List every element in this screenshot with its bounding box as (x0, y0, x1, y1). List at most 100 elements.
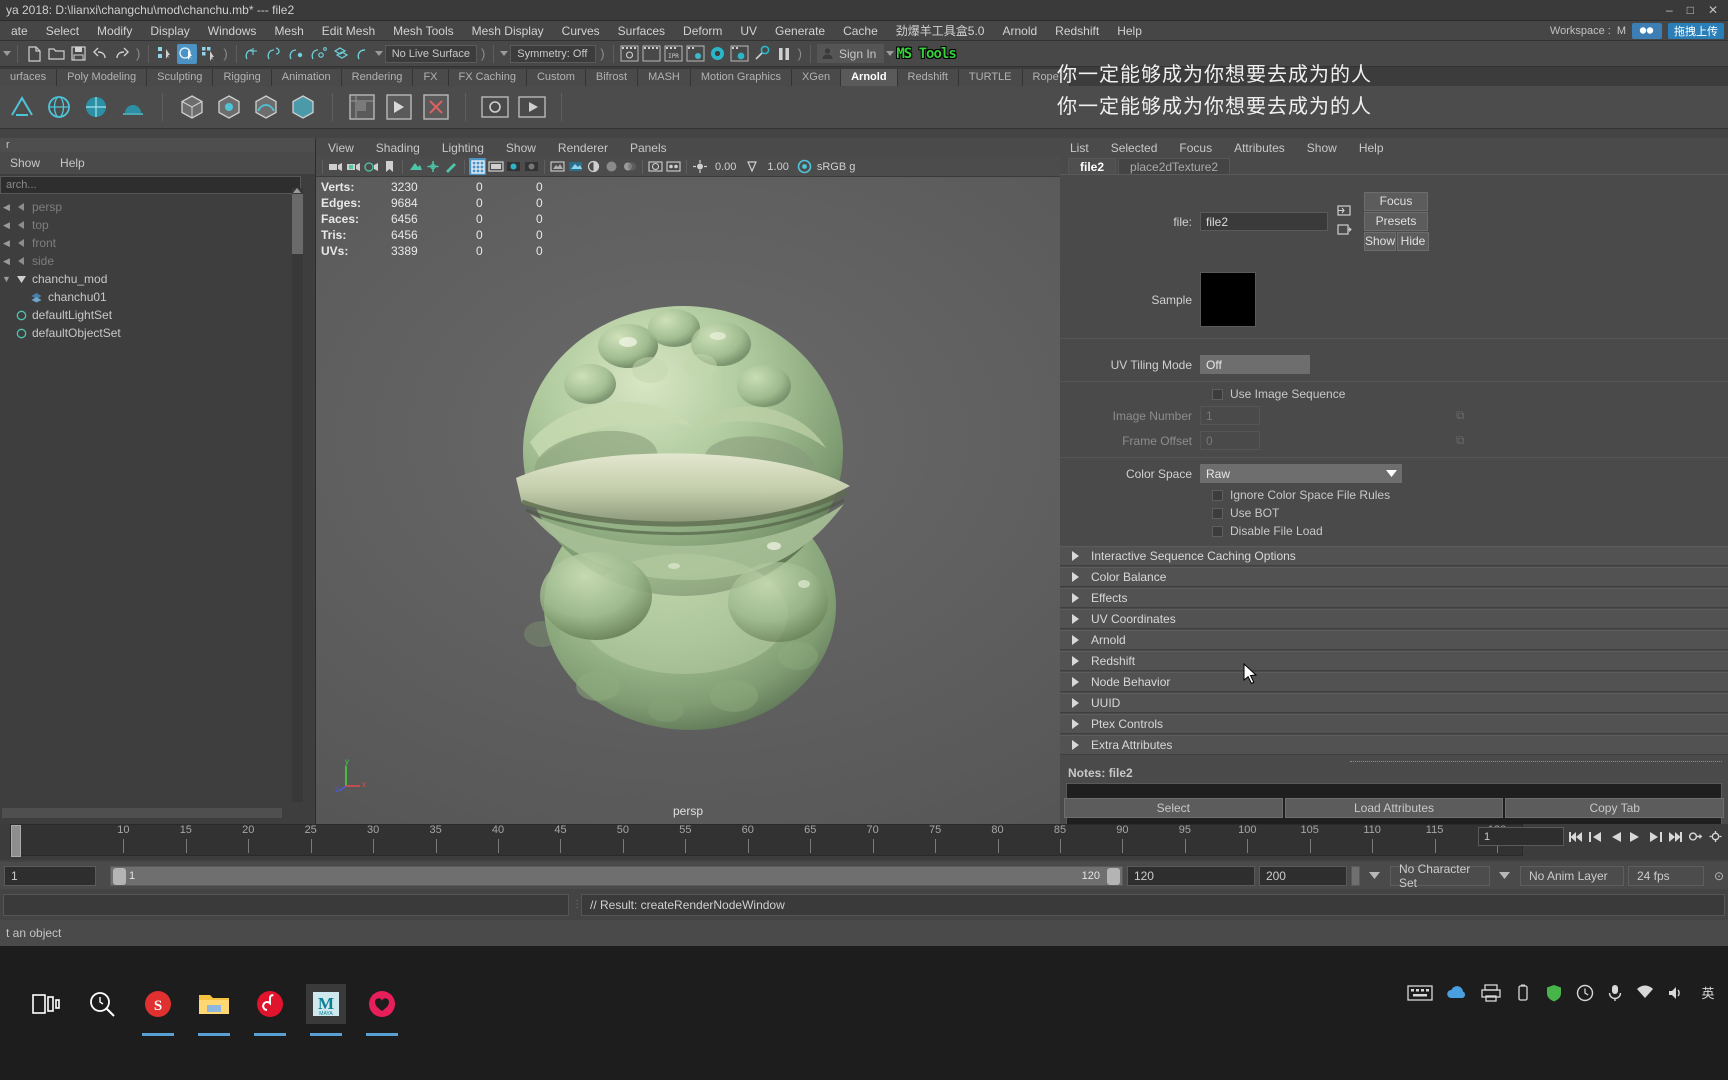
ao-icon[interactable] (603, 158, 620, 175)
section-arnold[interactable]: Arnold (1060, 630, 1728, 650)
menu-item-display[interactable]: Display (141, 21, 198, 41)
menu-item-generate[interactable]: Generate (766, 21, 834, 41)
playback-speed-icon[interactable]: ⊙ (1714, 869, 1724, 883)
expand-arrow-icon[interactable]: ◀ (2, 256, 11, 267)
viewport-menu-renderer[interactable]: Renderer (558, 141, 608, 155)
symmetry-caret-icon[interactable] (500, 51, 509, 56)
ae-tab-place2dtexture2[interactable]: place2dTexture2 (1118, 158, 1231, 174)
grease-pencil-icon[interactable] (443, 158, 460, 175)
section-color-balance[interactable]: Color Balance (1060, 567, 1728, 587)
range-start-field[interactable]: 1 (4, 865, 96, 886)
color-management-icon[interactable] (796, 158, 813, 175)
smooth-shade-icon[interactable] (523, 158, 540, 175)
outliner-scrollbar[interactable] (292, 188, 303, 802)
sogou-icon[interactable]: S (138, 984, 178, 1036)
pause-icon[interactable] (774, 44, 794, 64)
step-back-icon[interactable] (1587, 828, 1604, 845)
section-uuid[interactable]: UUID (1060, 693, 1728, 713)
render-play-icon[interactable] (516, 91, 548, 123)
expand-triangle-icon[interactable] (1072, 740, 1079, 750)
workspace-value[interactable]: M (1617, 25, 1626, 37)
lighting-icon[interactable] (567, 158, 584, 175)
outliner-tab-label[interactable]: r (0, 138, 315, 152)
viewport-menu-view[interactable]: View (328, 141, 354, 155)
ae-menu-focus[interactable]: Focus (1179, 141, 1212, 155)
outliner-item-chanchu01[interactable]: chanchu01 (0, 288, 315, 306)
step-forward-icon[interactable] (1647, 828, 1664, 845)
time-cursor[interactable] (11, 825, 21, 857)
expand-triangle-icon[interactable] (1072, 635, 1079, 645)
ae-menu-help[interactable]: Help (1359, 141, 1384, 155)
shelf-tab-fx-caching[interactable]: FX Caching (448, 69, 527, 86)
checkbox-row-ignore-color-space-file-rules[interactable]: Ignore Color Space File Rules (1060, 486, 1728, 504)
shelf-tab-mash[interactable]: MASH (638, 69, 691, 86)
file-explorer-icon[interactable] (194, 984, 234, 1036)
shelf-tab-poly-modeling[interactable]: Poly Modeling (57, 69, 148, 86)
shelf-tab-animation[interactable]: Animation (271, 69, 342, 86)
mel-command-input[interactable] (3, 893, 569, 916)
menu-item-curves[interactable]: Curves (553, 21, 609, 41)
show-button[interactable]: Show (1364, 232, 1396, 251)
menu-item-uv[interactable]: UV (731, 21, 766, 41)
render-diagnostics-icon[interactable] (752, 44, 772, 64)
menu-item-ate[interactable]: ate (2, 21, 37, 41)
redo-render-icon[interactable] (642, 44, 662, 64)
expand-arrow-icon[interactable]: ◀ (2, 238, 11, 249)
menu-item-help[interactable]: Help (1108, 21, 1151, 41)
render-preview-icon[interactable] (479, 91, 511, 123)
status-collapse-icon[interactable] (3, 51, 11, 56)
sign-in-button[interactable]: Sign In (816, 44, 885, 63)
gamma-icon[interactable] (743, 158, 760, 175)
uv-tiling-select[interactable]: Off (1200, 355, 1310, 374)
section-uv-coordinates[interactable]: UV Coordinates (1060, 609, 1728, 629)
keyboard-icon[interactable] (1407, 984, 1433, 1005)
expand-triangle-icon[interactable] (1072, 551, 1079, 561)
toad-model-render[interactable] (478, 266, 898, 736)
go-to-start-icon[interactable] (1567, 828, 1584, 845)
section-extra-attributes[interactable]: Extra Attributes (1060, 735, 1728, 755)
image-number-connect-icon[interactable]: ⧉ (1456, 408, 1465, 423)
shadows-icon[interactable] (585, 158, 602, 175)
current-frame-field[interactable]: 1 (1478, 827, 1564, 846)
shelf-tab-xgen[interactable]: XGen (791, 69, 842, 86)
ae-menu-attributes[interactable]: Attributes (1234, 141, 1285, 155)
checkbox[interactable] (1212, 525, 1223, 537)
file-name-input[interactable]: file2 (1200, 212, 1328, 231)
play-forwards-icon[interactable] (1627, 828, 1644, 845)
gamma-value[interactable]: 1.00 (761, 161, 794, 173)
checkbox-row-disable-file-load[interactable]: Disable File Load (1060, 522, 1728, 540)
expand-arrow-icon[interactable]: ▼ (2, 274, 11, 284)
battery-icon[interactable] (1514, 984, 1532, 1005)
character-set-select[interactable]: No Character Set (1389, 862, 1490, 890)
arnold-mesh-light-icon[interactable] (80, 91, 112, 123)
frame-offset-input[interactable]: 0 (1200, 431, 1260, 450)
arnold-standin-icon[interactable] (176, 91, 208, 123)
shelf-tab-bifrost[interactable]: Bifrost (585, 69, 639, 86)
minimize-icon[interactable]: – (1666, 4, 1673, 16)
snap-to-point-icon[interactable] (287, 44, 307, 64)
section-effects[interactable]: Effects (1060, 588, 1728, 608)
image-number-input[interactable]: 1 (1200, 406, 1260, 425)
range-start-handle[interactable] (113, 867, 126, 885)
expand-arrow-icon[interactable]: ◀ (2, 220, 11, 231)
snap-to-curve-icon[interactable] (265, 44, 285, 64)
shelf-tab-arnold[interactable]: Arnold (841, 69, 898, 86)
textured-icon[interactable] (549, 158, 566, 175)
two-d-pan-zoom-icon[interactable] (425, 158, 442, 175)
expand-triangle-icon[interactable] (1072, 698, 1079, 708)
arnold-volume-icon[interactable] (213, 91, 245, 123)
section-interactive-sequence-caching-options[interactable]: Interactive Sequence Caching Options (1060, 546, 1728, 566)
scroll-up-icon[interactable] (293, 188, 301, 193)
menu-item-5-0[interactable]: 劲爆羊工具盒5.0 (887, 21, 994, 41)
timeline-ticks[interactable]: 10 15 20 25 30 35 40 45 50 55 60 65 70 75 80 85 90 95 100 1… (10, 824, 1523, 857)
camera-attributes-icon[interactable] (363, 158, 380, 175)
menu-item-mesh-tools[interactable]: Mesh Tools (384, 21, 462, 41)
ae-menu-show[interactable]: Show (1307, 141, 1337, 155)
outliner-item-defaultobjectset[interactable]: defaultObjectSet (0, 324, 315, 342)
ipr-render-icon[interactable]: IPR (664, 44, 684, 64)
outliner-item-top[interactable]: ◀ top (0, 216, 315, 234)
menu-item-cache[interactable]: Cache (834, 21, 887, 41)
xray-joints-icon[interactable] (665, 158, 682, 175)
xray-icon[interactable] (647, 158, 664, 175)
outliner-item-defaultlightset[interactable]: defaultLightSet (0, 306, 315, 324)
